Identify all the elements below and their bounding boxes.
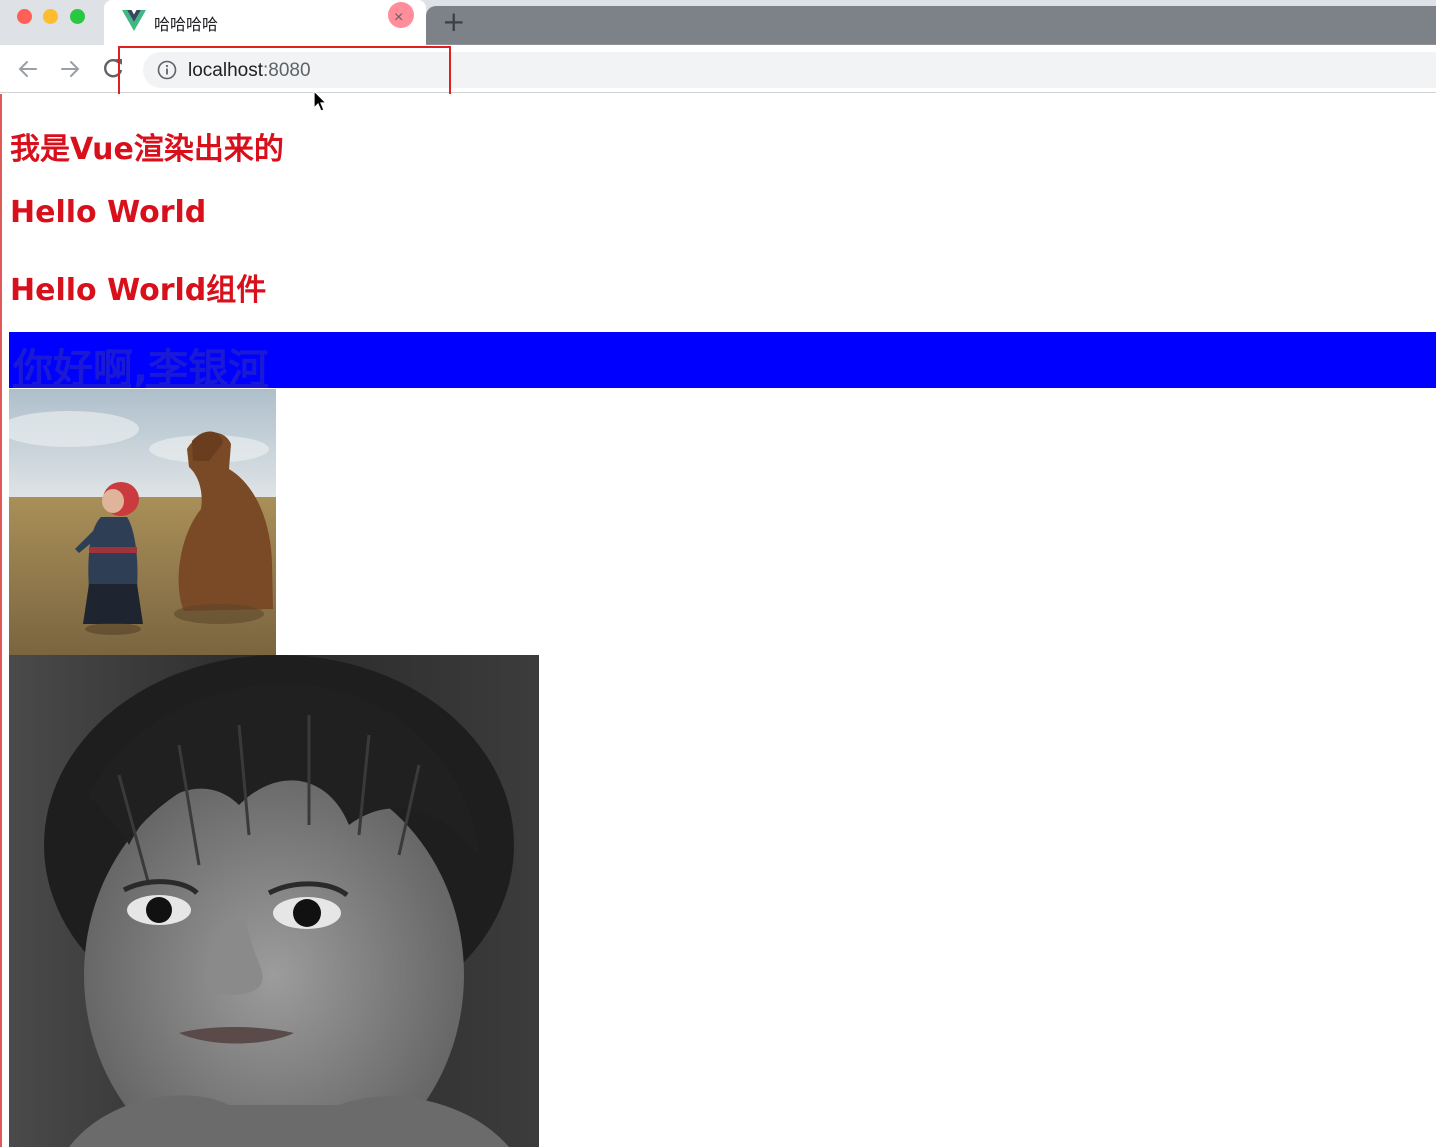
greeting-link[interactable]: 你好啊,李银河: [13, 336, 268, 394]
tab-active[interactable]: 哈哈哈哈 ×: [104, 0, 426, 45]
child-with-camel-photo: [9, 389, 276, 655]
new-tab-button[interactable]: +: [442, 6, 465, 38]
vue-logo-icon: [122, 10, 146, 31]
maximize-window-button[interactable]: [70, 9, 85, 24]
browser-window: 哈哈哈哈 × + localhost:8080 我是Vue渲染出来的 Hello…: [0, 0, 1436, 1147]
arrow-left-icon[interactable]: [14, 55, 42, 83]
close-window-button[interactable]: [17, 9, 32, 24]
address-highlight-annotation: [118, 46, 451, 97]
page-viewport: 我是Vue渲染出来的 Hello World Hello World组件 你好啊…: [0, 94, 1436, 1147]
tab-title: 哈哈哈哈: [154, 15, 219, 34]
mouse-cursor-icon: [313, 90, 328, 112]
vue-rendered-heading: 我是Vue渲染出来的: [10, 132, 284, 167]
hello-world-component-heading: Hello World组件: [10, 273, 267, 308]
blue-banner: 你好啊,李银河: [9, 332, 1436, 392]
hello-world-heading: Hello World: [10, 195, 207, 230]
page-left-edge: [0, 94, 2, 1147]
child-portrait-bw-photo: [9, 655, 539, 1147]
minimize-window-button[interactable]: [43, 9, 58, 24]
close-icon[interactable]: ×: [394, 10, 403, 26]
arrow-right-icon[interactable]: [56, 55, 84, 83]
tab-strip: 哈哈哈哈 × +: [0, 0, 1436, 62]
